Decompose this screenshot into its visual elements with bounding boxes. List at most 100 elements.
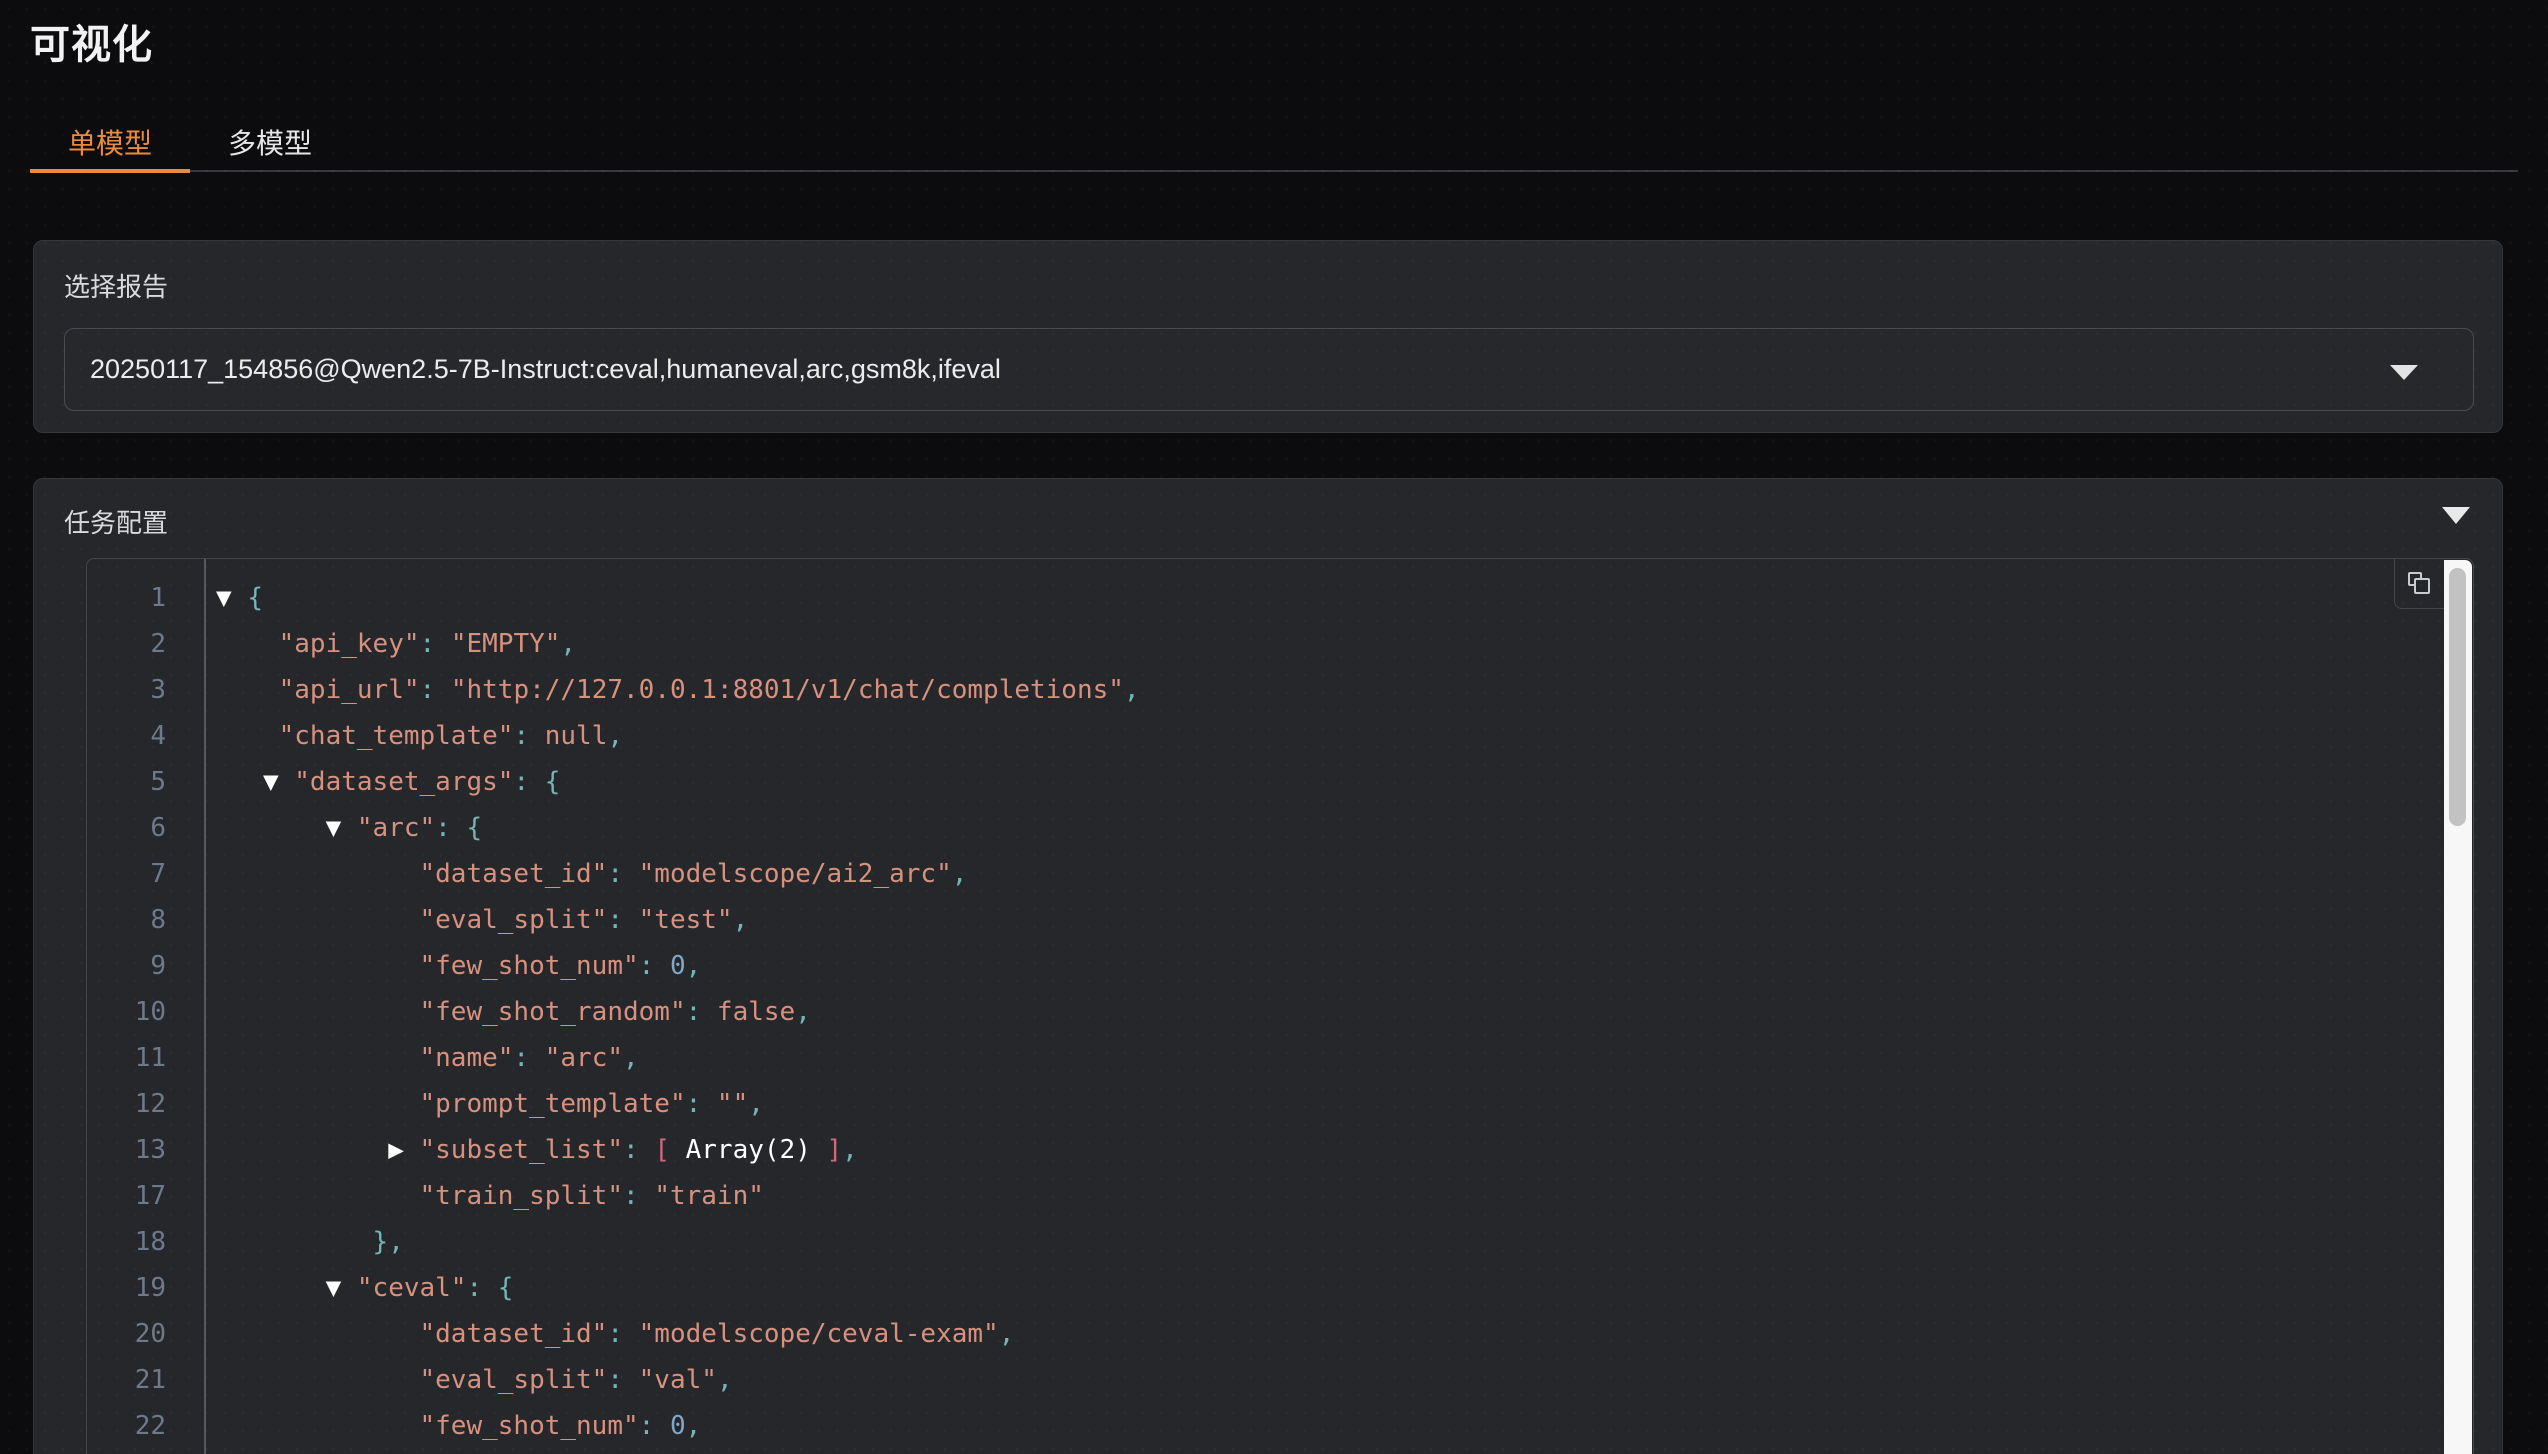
code-token bbox=[216, 1181, 420, 1211]
code-token: : bbox=[420, 675, 451, 705]
code-token: "arc" bbox=[545, 1043, 623, 1073]
collapse-toggle-icon[interactable]: ▼ bbox=[326, 813, 357, 843]
code-token: : bbox=[639, 1411, 670, 1441]
code-token: 0 bbox=[670, 1411, 686, 1441]
code-token: "few_shot_num" bbox=[420, 1411, 639, 1441]
line-content: ▼ "arc": { bbox=[204, 805, 482, 851]
code-token: : bbox=[686, 997, 717, 1027]
line-content: "prompt_template": "", bbox=[204, 1081, 764, 1127]
code-token bbox=[216, 721, 279, 751]
code-token: , bbox=[560, 629, 576, 659]
code-token: : bbox=[607, 1365, 638, 1395]
code-line: 7 "dataset_id": "modelscope/ai2_arc", bbox=[87, 851, 2445, 897]
line-content: "chat_template": null, bbox=[204, 713, 623, 759]
code-token: false bbox=[717, 997, 795, 1027]
code-line: 20 "dataset_id": "modelscope/ceval-exam"… bbox=[87, 1311, 2445, 1357]
code-token: "dataset_id" bbox=[420, 1319, 608, 1349]
panel-collapse-icon[interactable] bbox=[2442, 507, 2470, 524]
line-content: ▶ "subset_list": [ Array(2) ], bbox=[204, 1127, 858, 1173]
copy-button[interactable] bbox=[2394, 559, 2445, 609]
line-content: "few_shot_num": 0, bbox=[204, 1403, 701, 1449]
code-token: : bbox=[607, 859, 638, 889]
code-token: : bbox=[420, 629, 451, 659]
line-number: 19 bbox=[87, 1265, 204, 1311]
code-token: "train" bbox=[654, 1181, 764, 1211]
code-token bbox=[216, 905, 420, 935]
tab-multi-model[interactable]: 多模型 bbox=[190, 118, 350, 173]
code-token: : bbox=[639, 951, 670, 981]
code-token: "modelscope/ai2_arc" bbox=[639, 859, 952, 889]
code-token: , bbox=[623, 1043, 639, 1073]
code-line: 13 ▶ "subset_list": [ Array(2) ], bbox=[87, 1127, 2445, 1173]
code-line: 6 ▼ "arc": { bbox=[87, 805, 2445, 851]
collapse-toggle-icon[interactable]: ▼ bbox=[326, 1273, 357, 1303]
code-token: "http://127.0.0.1:8801/v1/chat/completio… bbox=[451, 675, 1124, 705]
code-token bbox=[216, 767, 263, 797]
line-number: 20 bbox=[87, 1311, 204, 1357]
code-token bbox=[216, 675, 279, 705]
code-token bbox=[216, 1273, 326, 1303]
code-token bbox=[216, 997, 420, 1027]
code-token: : bbox=[686, 1089, 717, 1119]
code-token bbox=[216, 859, 420, 889]
code-token: "subset_list" bbox=[420, 1135, 624, 1165]
collapse-toggle-icon[interactable]: ▼ bbox=[263, 767, 294, 797]
json-viewer: 1▼ {2 "api_key": "EMPTY",3 "api_url": "h… bbox=[86, 558, 2474, 1454]
code-token: : bbox=[607, 905, 638, 935]
code-token bbox=[216, 1319, 420, 1349]
code-token: "api_key" bbox=[279, 629, 420, 659]
code-token: "" bbox=[717, 1089, 748, 1119]
code-token: : { bbox=[466, 1273, 513, 1303]
code-token: , bbox=[686, 951, 702, 981]
collapse-toggle-icon[interactable]: ▼ bbox=[216, 583, 247, 613]
line-number: 12 bbox=[87, 1081, 204, 1127]
code-scrollbar[interactable] bbox=[2444, 560, 2472, 1454]
line-content: "api_url": "http://127.0.0.1:8801/v1/cha… bbox=[204, 667, 1140, 713]
code-token: , bbox=[748, 1089, 764, 1119]
code-token bbox=[216, 1227, 373, 1257]
code-token: "api_url" bbox=[279, 675, 420, 705]
line-content: "train_split": "train" bbox=[204, 1173, 764, 1219]
line-number: 5 bbox=[87, 759, 204, 805]
line-number: 6 bbox=[87, 805, 204, 851]
code-line: 8 "eval_split": "test", bbox=[87, 897, 2445, 943]
tab-single-model[interactable]: 单模型 bbox=[30, 118, 190, 173]
code-token: , bbox=[999, 1319, 1015, 1349]
report-dropdown[interactable]: 20250117_154856@Qwen2.5-7B-Instruct:ceva… bbox=[64, 328, 2474, 411]
code-line: 19 ▼ "ceval": { bbox=[87, 1265, 2445, 1311]
expand-toggle-icon[interactable]: ▶ bbox=[388, 1135, 419, 1165]
line-number: 21 bbox=[87, 1357, 204, 1403]
code-token: }, bbox=[373, 1227, 404, 1257]
report-panel: 选择报告 20250117_154856@Qwen2.5-7B-Instruct… bbox=[33, 240, 2503, 433]
code-token bbox=[216, 629, 279, 659]
page-title: 可视化 bbox=[30, 12, 153, 70]
code-token: , bbox=[842, 1135, 858, 1165]
code-token bbox=[216, 951, 420, 981]
line-number: 10 bbox=[87, 989, 204, 1035]
task-panel-label: 任务配置 bbox=[64, 503, 168, 540]
code-rows: 1▼ {2 "api_key": "EMPTY",3 "api_url": "h… bbox=[87, 559, 2445, 1449]
code-line: 4 "chat_template": null, bbox=[87, 713, 2445, 759]
line-number: 8 bbox=[87, 897, 204, 943]
code-line: 21 "eval_split": "val", bbox=[87, 1357, 2445, 1403]
line-content: }, bbox=[204, 1219, 404, 1265]
line-content: ▼ { bbox=[204, 575, 263, 621]
code-token: [ bbox=[654, 1135, 685, 1165]
line-content: ▼ "ceval": { bbox=[204, 1265, 513, 1311]
code-token: "chat_template" bbox=[279, 721, 514, 751]
scrollbar-thumb[interactable] bbox=[2449, 568, 2466, 826]
code-token: null bbox=[545, 721, 608, 751]
code-token: , bbox=[1124, 675, 1140, 705]
code-line: 2 "api_key": "EMPTY", bbox=[87, 621, 2445, 667]
code-token: "few_shot_random" bbox=[420, 997, 686, 1027]
code-token: "arc" bbox=[357, 813, 435, 843]
code-token: : bbox=[513, 721, 544, 751]
line-number: 7 bbox=[87, 851, 204, 897]
code-line: 22 "few_shot_num": 0, bbox=[87, 1403, 2445, 1449]
code-token: "eval_split" bbox=[420, 905, 608, 935]
code-line: 12 "prompt_template": "", bbox=[87, 1081, 2445, 1127]
dropdown-arrow-icon[interactable] bbox=[2390, 365, 2418, 380]
line-number: 2 bbox=[87, 621, 204, 667]
line-content: "few_shot_random": false, bbox=[204, 989, 811, 1035]
code-token: : bbox=[623, 1181, 654, 1211]
